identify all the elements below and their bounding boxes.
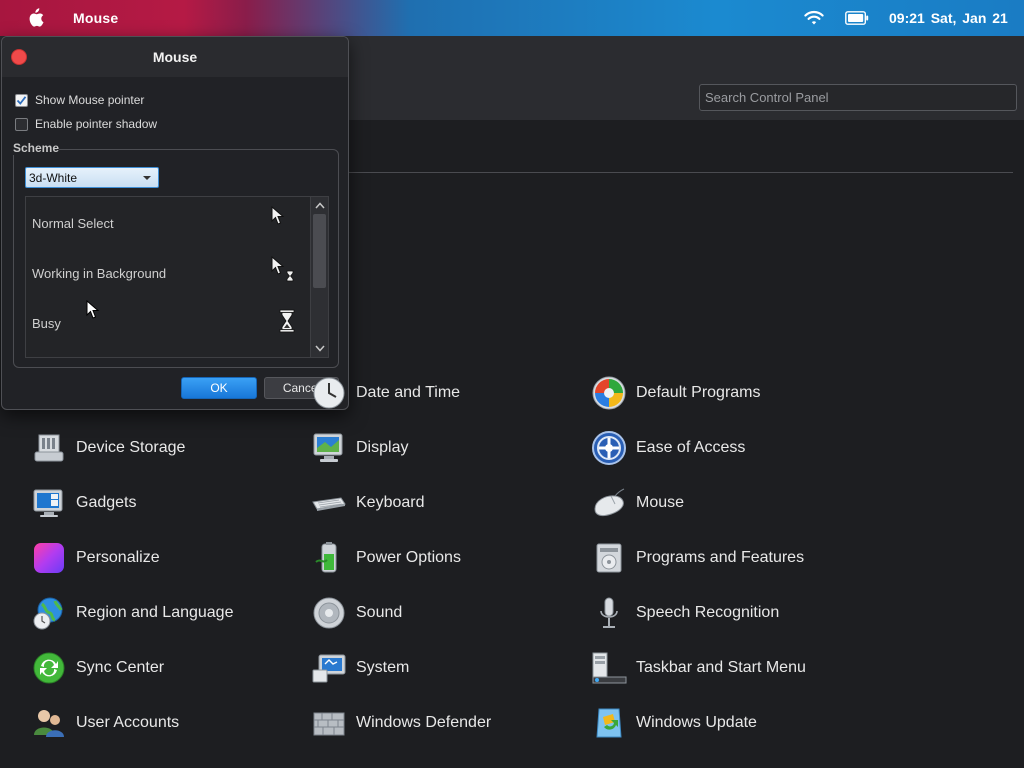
menu-bar: Mouse 09:21 Sat, Jan 21 [0, 0, 1024, 36]
scroll-up-button[interactable] [313, 199, 326, 212]
scrollbar-thumb[interactable] [313, 214, 326, 288]
taskbar-icon [592, 652, 627, 684]
hourglass-cursor-icon [279, 309, 295, 333]
list-item[interactable]: Normal Select [32, 216, 114, 231]
cp-item-default-programs[interactable]: Default Programs [591, 373, 761, 413]
update-icon [596, 708, 622, 738]
cp-item-label: Mouse [636, 494, 685, 511]
defender-wall-icon [313, 712, 345, 736]
windows-logo-icon [592, 376, 626, 410]
users-icon [34, 710, 64, 737]
pointer-shadow-checkbox[interactable] [15, 117, 28, 131]
cp-item-personalize[interactable]: Personalize [31, 538, 160, 578]
sync-icon [33, 652, 65, 684]
ok-button[interactable]: OK [181, 377, 257, 399]
scheme-dropdown[interactable]: 3d-White [25, 167, 159, 188]
apple-icon[interactable] [26, 8, 44, 28]
cp-item-label: Display [356, 439, 409, 456]
programs-icon [596, 543, 622, 573]
cp-item-device-storage[interactable]: Device Storage [31, 428, 185, 468]
show-pointer-option[interactable]: Show Mouse pointer [15, 93, 144, 107]
cp-item-label: Default Programs [636, 384, 761, 401]
arrow-hourglass-cursor-icon [271, 256, 294, 282]
gadgets-icon [33, 489, 63, 517]
wifi-icon[interactable] [803, 9, 825, 27]
active-app-name[interactable]: Mouse [73, 10, 118, 26]
cp-item-windows-update[interactable]: Windows Update [591, 703, 757, 743]
show-pointer-label: Show Mouse pointer [35, 93, 145, 107]
cp-item-speech-recognition[interactable]: Speech Recognition [591, 593, 779, 633]
menubar-clock[interactable]: 09:21 Sat, Jan 21 [889, 10, 1008, 26]
cp-item-label: Programs and Features [636, 549, 805, 566]
cp-item-label: Device Storage [76, 439, 186, 456]
cp-item-label: User Accounts [76, 714, 180, 731]
pointer-shadow-option[interactable]: Enable pointer shadow [15, 117, 157, 131]
globe-icon [33, 597, 63, 630]
section-divider [340, 172, 1013, 173]
cp-item-label: Sound [356, 604, 403, 621]
cp-item-label: Personalize [76, 549, 160, 566]
chevron-down-icon [314, 345, 325, 352]
computer-icon [312, 654, 346, 683]
list-item[interactable]: Working in Background [32, 266, 166, 281]
cursor-list-scrollbar[interactable] [310, 197, 328, 357]
cp-item-label: Gadgets [76, 494, 137, 511]
chevron-up-icon [314, 202, 325, 209]
cp-item-gadgets[interactable]: Gadgets [31, 483, 136, 523]
cp-item-display[interactable]: Display [311, 428, 408, 468]
scheme-legend: Scheme [13, 141, 60, 155]
battery-power-icon [315, 542, 337, 573]
cp-item-user-accounts[interactable]: User Accounts [31, 703, 179, 743]
cp-item-label: Keyboard [356, 494, 425, 511]
clock-icon [313, 377, 345, 409]
cp-item-label: Windows Update [636, 714, 757, 731]
mouse-settings-dialog: Mouse Show Mouse pointer Enable pointer … [1, 36, 349, 410]
accessibility-icon [592, 431, 626, 465]
battery-icon[interactable] [845, 11, 869, 25]
arrow-cursor-icon [271, 206, 285, 225]
cp-item-label: Power Options [356, 549, 461, 566]
cp-item-mouse[interactable]: Mouse [591, 483, 684, 523]
checkmark-icon [16, 95, 27, 105]
scheme-dropdown-value: 3d-White [29, 171, 78, 185]
cp-item-label: System [356, 659, 410, 676]
cp-item-label: Date and Time [356, 384, 461, 401]
cp-item-label: Sync Center [76, 659, 165, 676]
dialog-title: Mouse [152, 49, 198, 65]
search-control-panel-input[interactable] [699, 84, 1017, 111]
cp-item-ease-of-access[interactable]: Ease of Access [591, 428, 745, 468]
chevron-down-icon [143, 176, 151, 180]
cp-item-taskbar-and-start-menu[interactable]: Taskbar and Start Menu [591, 648, 806, 688]
personalize-icon [34, 543, 64, 573]
cp-item-region-and-language[interactable]: Region and Language [31, 593, 233, 633]
cp-item-label: Speech Recognition [636, 604, 780, 621]
storage-icon [34, 434, 64, 462]
cp-item-power-options[interactable]: Power Options [311, 538, 461, 578]
cp-item-label: Windows Defender [356, 714, 492, 731]
mouse-icon [594, 488, 625, 516]
cp-item-sound[interactable]: Sound [311, 593, 402, 633]
keyboard-icon [312, 497, 346, 511]
pointer-shadow-label: Enable pointer shadow [35, 117, 158, 131]
cp-item-keyboard[interactable]: Keyboard [311, 483, 425, 523]
show-pointer-checkbox[interactable] [15, 93, 28, 107]
cp-item-programs-and-features[interactable]: Programs and Features [591, 538, 804, 578]
microphone-icon [600, 597, 618, 628]
cp-item-sync-center[interactable]: Sync Center [31, 648, 164, 688]
dialog-titlebar[interactable]: Mouse [2, 37, 348, 77]
cp-item-label: Taskbar and Start Menu [636, 659, 806, 676]
cp-item-system[interactable]: System [311, 648, 409, 688]
cursor-list[interactable]: Normal Select Working in Background Busy [25, 196, 329, 358]
scroll-down-button[interactable] [313, 342, 326, 355]
list-item[interactable]: Busy [32, 316, 61, 331]
cp-item-windows-defender[interactable]: Windows Defender [311, 703, 491, 743]
speaker-icon [313, 597, 345, 629]
cp-item-label: Ease of Access [636, 439, 746, 456]
monitor-icon [313, 433, 343, 462]
cp-item-label: Region and Language [76, 604, 234, 621]
